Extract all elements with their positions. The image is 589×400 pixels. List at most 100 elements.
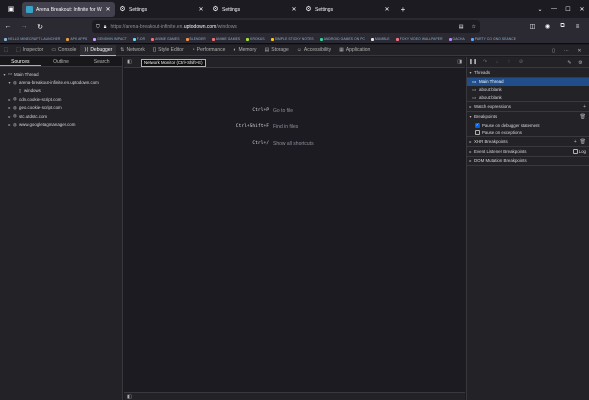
deactivate-breakpoints-icon[interactable]: ⊘ [515, 59, 527, 65]
pause-on-debugger-option[interactable]: ✓ Pause on debugger statement [467, 121, 589, 129]
devtools-tab-label: Console [58, 47, 77, 53]
bookmark-item[interactable]: GENSHIN IMPACT [93, 37, 127, 41]
pocket-icon[interactable]: ◫ [525, 23, 540, 30]
pretty-print-icon[interactable]: ✎ [564, 60, 575, 66]
devtools-tab-console[interactable]: ▭ Console [47, 45, 80, 56]
threads-header[interactable]: ▾ Threads [467, 68, 589, 78]
reload-button[interactable]: ↻ [32, 18, 48, 35]
thread-main[interactable]: ▭ Main Thread [467, 77, 589, 86]
element-picker-icon[interactable]: ⬚ [0, 47, 12, 53]
toggle-sources-icon[interactable]: ◧ [124, 59, 135, 65]
toggle-sidebar-footer-icon[interactable]: ◧ [127, 394, 132, 400]
bookmark-item[interactable]: MUMBLE [371, 37, 390, 41]
close-window-icon[interactable]: ✕ [575, 6, 589, 13]
menu-icon[interactable]: ≡ [570, 24, 585, 30]
close-tab-icon[interactable]: ✕ [384, 6, 390, 13]
lock-icon[interactable]: 🔒︎ [104, 24, 107, 30]
add-watch-icon[interactable]: + [583, 104, 586, 110]
step-in-icon[interactable]: ↓ [491, 59, 503, 65]
devtools-tab-debugger[interactable]: ⟩⟨ Debugger [80, 44, 117, 56]
uptodown-logo-icon [26, 6, 33, 13]
toggle-debugger-sidebar-icon[interactable]: ◨ [457, 57, 462, 68]
breakpoints-header[interactable]: ▾ Breakpoints 🗑︎ [467, 111, 589, 122]
shield-icon[interactable]: ⛉ [96, 24, 100, 30]
accessibility-icon: ☺ [296, 47, 302, 53]
source-tree-item[interactable]: ▸ ◍ www.googletagmanager.com [0, 120, 122, 128]
account-icon[interactable]: ◉ [540, 23, 555, 30]
new-tab-button[interactable]: + [396, 5, 410, 14]
bookmark-item[interactable]: ANIME GAMES [151, 37, 179, 41]
remove-xhr-icon[interactable]: 🗑︎ [580, 139, 586, 145]
bookmark-star-icon[interactable]: ☆ [472, 24, 476, 30]
event-listener-breakpoints-header[interactable]: ▸ Event Listener Breakpoints Log [467, 146, 589, 157]
add-xhr-icon[interactable]: + [574, 139, 577, 145]
debugger-settings-icon[interactable]: ⚙ [575, 60, 586, 66]
bookmark-item[interactable]: FOXY VIDEO WALLPAPER [395, 37, 443, 41]
log-checkbox[interactable] [572, 149, 578, 155]
devtools-tab-inspector[interactable]: ⬚ Inspector [12, 45, 47, 56]
devtools-options-icon[interactable]: ⋯ [560, 48, 573, 54]
source-tree-item[interactable]: ▾ ◍ arena-breakout-infinite.en.uptodown.co… [0, 78, 122, 86]
close-tab-icon[interactable]: ✕ [198, 6, 204, 13]
network-monitor-tooltip: Network Monitor (Ctrl+Shift+E) [141, 59, 206, 67]
pause-icon[interactable]: ❚❚ [467, 59, 479, 65]
responsive-design-icon[interactable]: ▯ [547, 48, 560, 54]
devtools-tab-style-editor[interactable]: {} Style Editor [149, 45, 188, 56]
extensions-icon[interactable]: ⧉ [555, 23, 570, 30]
bookmark-item[interactable]: PARTY CO GNO SEANCE [470, 37, 516, 41]
pause-on-exceptions-option[interactable]: Pause on exceptions [467, 129, 589, 138]
remove-breakpoints-icon[interactable]: 🗑︎ [580, 114, 586, 120]
url-text[interactable]: https://arena-breakout-infinite.en.uptod… [110, 24, 450, 30]
bookmark-favicon-icon [246, 37, 250, 41]
bookmark-item[interactable]: APK APPS [66, 37, 87, 41]
bookmark-item[interactable]: ANDROID GAMES ON PC [319, 37, 365, 41]
devtools-tab-application[interactable]: ▦ Application [335, 45, 374, 56]
step-out-icon[interactable]: ↑ [503, 59, 515, 65]
bookmark-item[interactable]: GACHA [448, 37, 465, 41]
tab-search[interactable]: Search [81, 57, 122, 66]
bookmark-item[interactable]: BLENDER [185, 37, 206, 41]
close-tab-icon[interactable]: ✕ [291, 6, 297, 13]
source-tree-item[interactable]: ▸ ◍ geo.cookie-script.com [0, 104, 122, 112]
bookmark-item[interactable]: KROKUS [246, 37, 265, 41]
list-all-tabs-icon[interactable]: ⌄ [533, 6, 547, 13]
tab-settings-3[interactable]: ⚙ Settings ✕ [301, 2, 394, 17]
tab-overview-button[interactable]: ▣ [0, 0, 22, 18]
bookmark-item[interactable]: ANIME GAMES [211, 37, 240, 41]
url-bar[interactable]: ⛉ 🔒︎ https://arena-breakout-infinite.en.… [92, 20, 480, 33]
dom-mutation-breakpoints-header[interactable]: ▸ DOM Mutation Breakpoints [467, 156, 589, 167]
watch-expressions-header[interactable]: ▸ Watch expressions + [467, 102, 589, 112]
devtools-tab-network[interactable]: ⇅ Network [116, 45, 149, 56]
close-tab-icon[interactable]: ✕ [105, 6, 111, 13]
step-over-icon[interactable]: ↷ [479, 59, 491, 65]
devtools-tab-storage[interactable]: ▤ Storage [261, 45, 293, 56]
xhr-breakpoints-header[interactable]: ▸ XHR Breakpoints + 🗑︎ [467, 137, 589, 147]
chevron-down-icon: ▾ [469, 114, 472, 120]
close-devtools-icon[interactable]: ✕ [573, 48, 586, 54]
bookmark-item[interactable]: SIMPLE STICKY NOTES [270, 37, 314, 41]
reader-view-icon[interactable]: ▤ [459, 24, 464, 30]
tab-sources[interactable]: Sources [0, 57, 41, 66]
source-tree-item[interactable]: ▾ ▭ Main Thread [0, 70, 122, 78]
maximize-icon[interactable]: ☐ [561, 6, 575, 13]
devtools-tab-performance[interactable]: ◔ Performance [188, 45, 230, 56]
bookmark-item[interactable]: HELLO MINECRAFT LAUNCHER [4, 37, 60, 41]
devtools-tab-memory[interactable]: ◐ Memory [229, 45, 260, 56]
devtools-tab-accessibility[interactable]: ☺ Accessibility [293, 45, 335, 56]
tab-settings-2[interactable]: ⚙ Settings ✕ [208, 2, 301, 17]
bookmark-item[interactable]: F-DR [132, 37, 145, 41]
tab-settings-1[interactable]: ⚙ Settings ✕ [115, 2, 208, 17]
tab-outline[interactable]: Outline [41, 57, 82, 66]
minimize-icon[interactable]: — [547, 6, 561, 12]
back-button[interactable]: ← [0, 18, 16, 35]
source-tree-item[interactable]: ▸ ◍ stc.utdstc.com [0, 112, 122, 120]
pause-on-debugger-checkbox[interactable]: ✓ [475, 122, 480, 128]
source-tree-item[interactable]: ▸ ◍ cdn.cookie-script.com [0, 95, 122, 103]
thread-about-blank-2[interactable]: ▭ about:blank [467, 94, 589, 103]
log-option[interactable]: Log [572, 149, 586, 155]
thread-about-blank-1[interactable]: ▭ about:blank [467, 86, 589, 94]
source-tree-item[interactable]: ▯ windows [0, 87, 122, 95]
forward-button[interactable]: → [16, 18, 32, 35]
tab-arena-breakout[interactable]: Arena Breakout: Infinite for Wi... ✕ [22, 2, 115, 17]
pause-on-exceptions-checkbox[interactable] [475, 130, 480, 136]
